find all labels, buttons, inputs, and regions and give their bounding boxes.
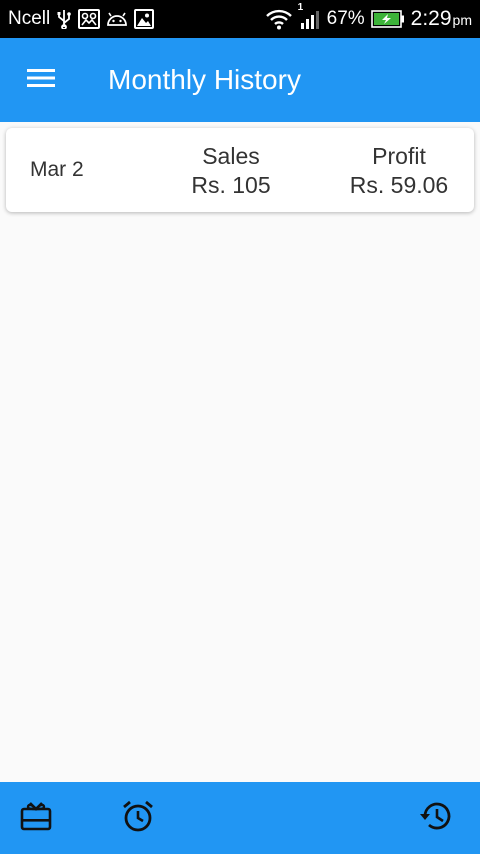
status-bar: Ncell 1 67% 2:29pm [0, 0, 480, 38]
app-bar: Monthly History [0, 38, 480, 122]
carrier-name: Ncell [8, 8, 51, 29]
status-bar-left: Ncell [8, 8, 155, 30]
page-title: Monthly History [108, 64, 301, 95]
nav-sales-button[interactable] [0, 782, 72, 854]
sales-label: Sales [202, 143, 260, 169]
history-card[interactable]: Mar 2 Sales Rs. 105 Profit Rs. 59.06 [6, 128, 474, 212]
profit-label: Profit [372, 143, 426, 169]
alarm-icon [121, 799, 155, 838]
time-suffix: pm [452, 12, 472, 28]
nav-alarm-button[interactable] [102, 782, 174, 854]
card-giftcard-icon [20, 801, 52, 836]
sales-value: Rs. 105 [191, 172, 271, 198]
nav-history-button[interactable] [399, 782, 471, 854]
menu-button[interactable] [0, 38, 82, 122]
signal-icon: 1 [298, 2, 321, 30]
image-icon [134, 9, 155, 29]
clock: 2:29pm [411, 7, 472, 31]
wifi-icon [265, 8, 293, 30]
signal-slot-label: 1 [297, 2, 304, 13]
usb-icon [56, 9, 72, 29]
photo-icon [78, 9, 101, 29]
status-bar-right: 1 67% 2:29pm [265, 2, 472, 31]
battery-percent: 67% [326, 8, 365, 29]
sales-column: Sales Rs. 105 [161, 142, 301, 200]
android-icon [106, 11, 128, 27]
time-text: 2:29 [410, 7, 452, 30]
menu-icon [27, 68, 55, 93]
profit-value: Rs. 59.06 [349, 172, 449, 198]
bottom-nav [0, 782, 480, 854]
history-icon [418, 800, 452, 837]
battery-charging-icon [370, 10, 405, 28]
profit-column: Profit Rs. 59.06 [329, 142, 469, 200]
history-date: Mar 2 [30, 158, 84, 181]
